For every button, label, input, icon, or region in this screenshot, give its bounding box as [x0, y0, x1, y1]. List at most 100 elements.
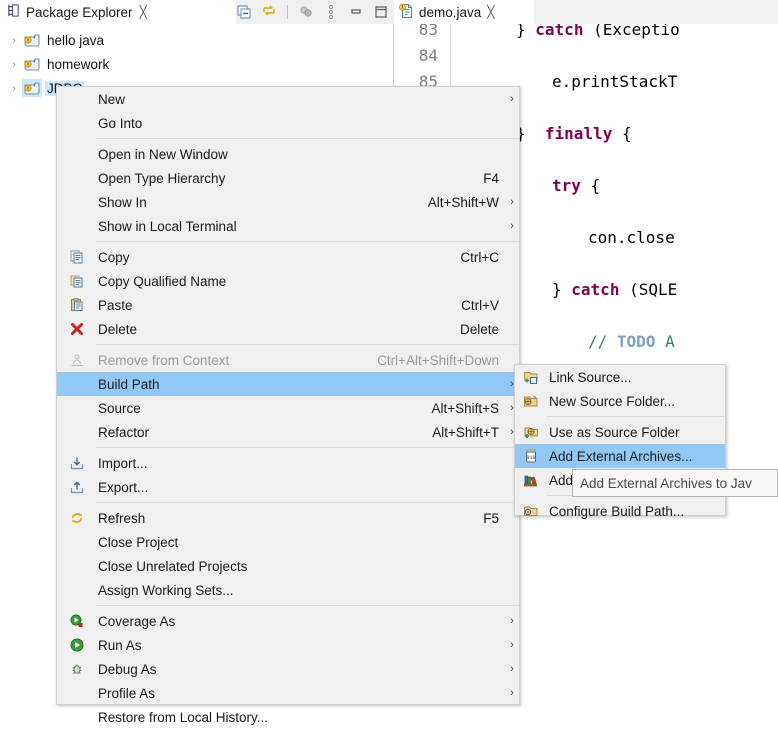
- menu-item-label: Refactor: [98, 424, 150, 440]
- paste-icon: [57, 294, 96, 316]
- menu-item-profile-as[interactable]: Profile As ›: [57, 681, 519, 705]
- minimize-icon[interactable]: [347, 3, 365, 21]
- menu-item-label: Debug As: [98, 661, 157, 677]
- project-context-menu[interactable]: New › Go Into Open in New Window Open Ty…: [56, 86, 520, 725]
- menu-item-accelerator: Ctrl+Alt+Shift+Down: [377, 352, 499, 368]
- menu-item-icon: [57, 167, 96, 189]
- menu-item-icon: [57, 397, 96, 419]
- submenu-item-configure-build-path[interactable]: Configure Build Path...: [515, 499, 725, 523]
- menu-item-icon: [57, 112, 96, 134]
- menu-item-label: Delete: [98, 321, 138, 337]
- menu-item-label: Restore from Local History...: [98, 709, 269, 725]
- menu-item-new[interactable]: New ›: [57, 87, 519, 111]
- menu-item-icon: [57, 682, 96, 704]
- menu-item-paste[interactable]: Paste Ctrl+V: [57, 293, 519, 317]
- menu-item-icon: [57, 421, 96, 443]
- menu-item-show-in-local-terminal[interactable]: Show in Local Terminal ›: [57, 214, 519, 238]
- link-with-editor-icon[interactable]: [260, 3, 278, 21]
- menu-item-label: Go Into: [98, 115, 143, 131]
- submenu-item-new-source-folder[interactable]: New Source Folder...: [515, 389, 725, 413]
- copy-icon: [57, 246, 96, 268]
- menu-item-label: Close Project: [98, 534, 179, 550]
- tree-item-label: homework: [47, 56, 110, 72]
- menu-item-open-in-new-window[interactable]: Open in New Window: [57, 142, 519, 166]
- tab-demo-java[interactable]: demo.java ╳: [394, 0, 534, 24]
- menu-item-label: Run As: [98, 637, 142, 653]
- coverage-as-icon: [57, 610, 96, 632]
- tooltip: Add External Archives to Jav: [572, 469, 778, 497]
- menu-item-copy-qualified-name[interactable]: Copy Qualified Name: [57, 269, 519, 293]
- editor-tab-label: demo.java: [419, 4, 482, 20]
- menu-item-refresh[interactable]: Refresh F5: [57, 506, 519, 530]
- view-options-icon[interactable]: [322, 3, 340, 21]
- menu-item-icon: [57, 555, 96, 577]
- menu-item-label: New: [98, 91, 126, 107]
- menu-item-assign-working-sets[interactable]: Assign Working Sets...: [57, 578, 519, 602]
- export-icon: [57, 476, 96, 498]
- tree-item-homework[interactable]: › homework: [0, 52, 393, 76]
- menu-item-import[interactable]: Import...: [57, 451, 519, 475]
- menu-item-go-into[interactable]: Go Into: [57, 111, 519, 135]
- submenu-item-label: Configure Build Path...: [549, 503, 685, 519]
- menu-item-close-unrelated-projects[interactable]: Close Unrelated Projects: [57, 554, 519, 578]
- link-source-icon: [515, 366, 547, 388]
- menu-item-accelerator: Alt+Shift+S: [431, 400, 499, 416]
- chevron-right-icon[interactable]: ›: [6, 83, 22, 94]
- add-external-archives-icon: 010: [515, 445, 547, 467]
- java-project-icon: [22, 79, 42, 97]
- menu-item-coverage-as[interactable]: Coverage As ›: [57, 609, 519, 633]
- tree-item-hello-java[interactable]: › hello java: [0, 28, 393, 52]
- close-icon[interactable]: ╳: [487, 5, 494, 19]
- menu-item-open-type-hierarchy[interactable]: Open Type Hierarchy F4: [57, 166, 519, 190]
- chevron-right-icon: ›: [510, 93, 514, 105]
- menu-item-debug-as[interactable]: Debug As ›: [57, 657, 519, 681]
- menu-item-delete[interactable]: Delete Delete: [57, 317, 519, 341]
- menu-item-accelerator: Alt+Shift+T: [432, 424, 499, 440]
- menu-item-label: Assign Working Sets...: [98, 582, 234, 598]
- editor-tabbar: demo.java ╳: [394, 0, 778, 24]
- chevron-right-icon[interactable]: ›: [6, 59, 22, 70]
- menu-item-export[interactable]: Export...: [57, 475, 519, 499]
- menu-item-label: Coverage As: [98, 613, 176, 629]
- menu-item-remove-from-context: Remove from Context Ctrl+Alt+Shift+Down: [57, 348, 519, 372]
- chevron-right-icon[interactable]: ›: [6, 35, 22, 46]
- menu-item-accelerator: Alt+Shift+W: [427, 194, 499, 210]
- tab-package-explorer[interactable]: Package Explorer ╳: [0, 0, 236, 24]
- package-explorer-icon: [6, 3, 21, 21]
- view-menu-icon[interactable]: [297, 3, 315, 21]
- submenu-separator: [547, 416, 725, 417]
- menu-item-copy[interactable]: Copy Ctrl+C: [57, 245, 519, 269]
- run-as-icon: [57, 634, 96, 656]
- maximize-icon[interactable]: [372, 3, 390, 21]
- menu-item-label: Show In: [98, 194, 147, 210]
- menu-item-build-path[interactable]: Build Path ›: [57, 372, 519, 396]
- submenu-item-label: Use as Source Folder: [549, 424, 680, 440]
- submenu-item-use-as-source-folder[interactable]: Use as Source Folder: [515, 420, 725, 444]
- configure-build-path-icon: [515, 500, 547, 522]
- close-icon[interactable]: ╳: [140, 5, 147, 19]
- menu-item-accelerator: Ctrl+C: [460, 249, 499, 265]
- menu-separator: [96, 138, 519, 139]
- menu-item-label: Export...: [98, 479, 149, 495]
- menu-separator: [96, 344, 519, 345]
- submenu-item-add-external-archives[interactable]: 010 Add External Archives...: [515, 444, 725, 468]
- menu-separator: [96, 605, 519, 606]
- menu-item-show-in[interactable]: Show In Alt+Shift+W ›: [57, 190, 519, 214]
- menu-item-run-as[interactable]: Run As ›: [57, 633, 519, 657]
- submenu-item-link-source[interactable]: Link Source...: [515, 365, 725, 389]
- menu-item-label: Source: [98, 400, 141, 416]
- java-project-icon: [22, 31, 42, 49]
- menu-item-label: Import...: [98, 455, 148, 471]
- menu-item-label: Build Path: [98, 376, 160, 392]
- menu-item-label: Open in New Window: [98, 146, 228, 162]
- menu-item-source[interactable]: Source Alt+Shift+S ›: [57, 396, 519, 420]
- menu-item-close-project[interactable]: Close Project: [57, 530, 519, 554]
- menu-item-restore-from-local-history[interactable]: Restore from Local History...: [57, 705, 519, 729]
- chevron-right-icon: ›: [510, 663, 514, 675]
- menu-item-accelerator: F5: [483, 510, 499, 526]
- submenu-item-label: Add External Archives...: [549, 448, 693, 464]
- menu-item-refactor[interactable]: Refactor Alt+Shift+T ›: [57, 420, 519, 444]
- chevron-right-icon: ›: [510, 687, 514, 699]
- collapse-all-icon[interactable]: [235, 3, 253, 21]
- menu-item-label: Close Unrelated Projects: [98, 558, 248, 574]
